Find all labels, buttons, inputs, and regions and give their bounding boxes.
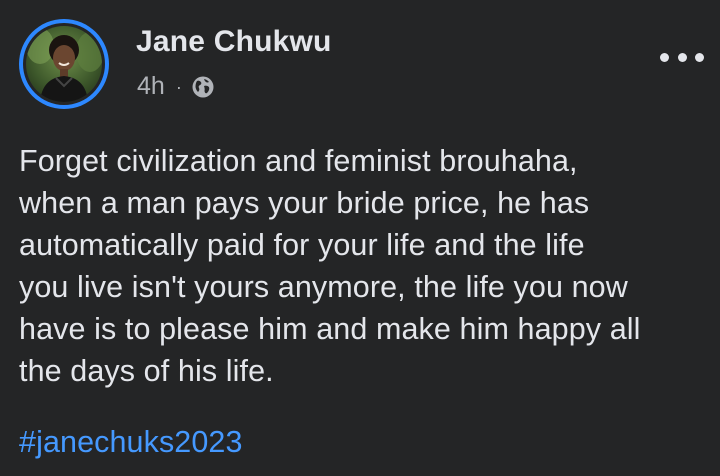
post-time[interactable]: 4h bbox=[137, 72, 165, 101]
more-options-icon[interactable] bbox=[660, 44, 704, 70]
globe-icon[interactable] bbox=[191, 75, 215, 99]
post-text: Forget civilization and feminist brouhah… bbox=[19, 144, 641, 388]
post-meta: 4h · bbox=[137, 72, 215, 101]
post-card: Jane Chukwu 4h · Forget civilization and… bbox=[0, 0, 720, 476]
avatar-photo bbox=[26, 26, 102, 102]
more-dot bbox=[660, 52, 669, 62]
meta-separator: · bbox=[175, 76, 182, 97]
more-dot bbox=[677, 52, 687, 62]
hashtag-link[interactable]: #janechuks2023 bbox=[19, 421, 243, 463]
author-name[interactable]: Jane Chukwu bbox=[136, 25, 332, 59]
avatar[interactable] bbox=[19, 19, 109, 109]
more-dot bbox=[695, 52, 704, 62]
